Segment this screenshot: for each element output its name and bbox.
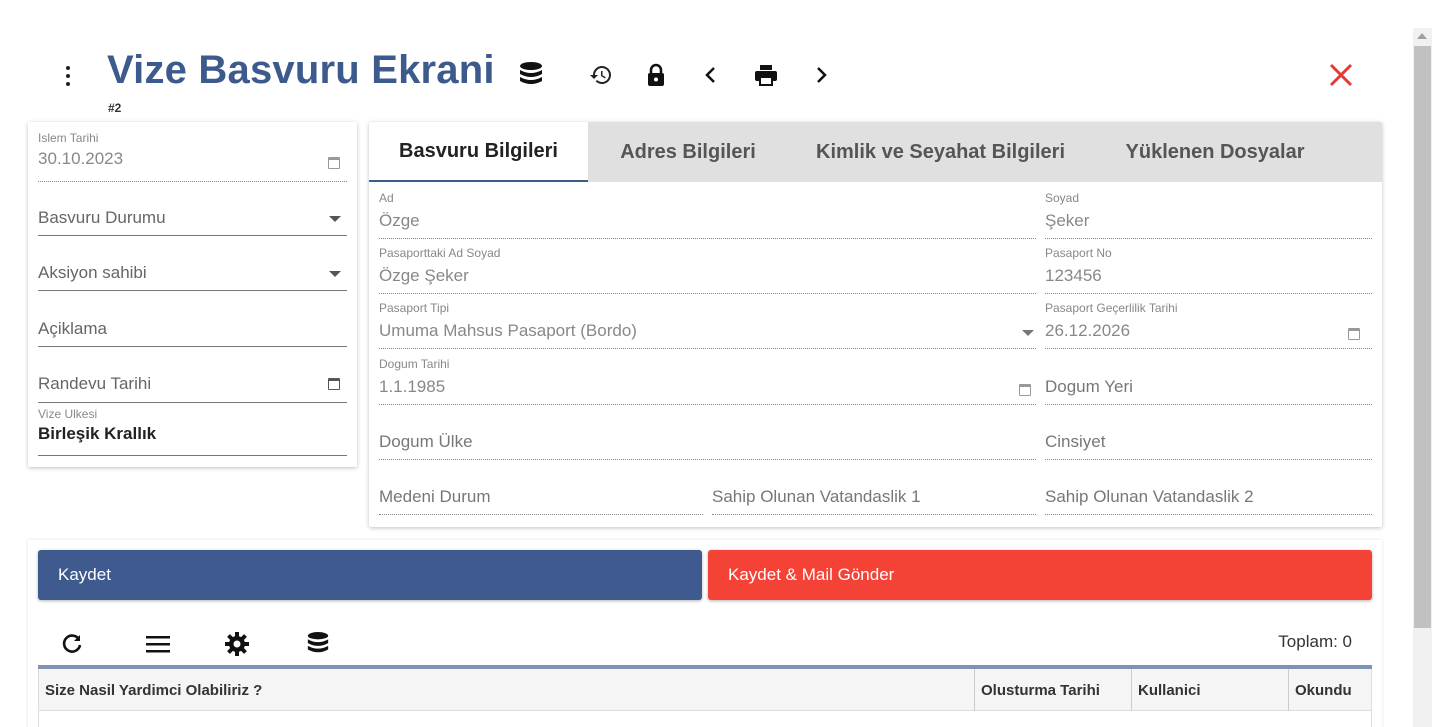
menu-icon[interactable] xyxy=(144,630,172,658)
column-header[interactable]: Size Nasil Yardimci Olabiliriz ? xyxy=(39,669,974,711)
save-button[interactable]: Kaydet xyxy=(38,550,702,600)
pasaport-gecerlilik-label: Pasaport Geçerlilik Tarihi xyxy=(1045,301,1178,315)
process-info-card: Islem Tarihi 30.10.2023 Basvuru Durumu A… xyxy=(28,122,357,467)
application-card: Basvuru Bilgileri Adres Bilgileri Kimlik… xyxy=(369,122,1382,527)
basvuru-durumu-select[interactable]: Basvuru Durumu xyxy=(38,208,347,236)
close-icon[interactable] xyxy=(1326,60,1356,90)
chevron-left-icon[interactable] xyxy=(698,62,724,88)
record-id: #2 xyxy=(108,101,122,115)
islem-tarihi-value: 30.10.2023 xyxy=(38,149,124,168)
calendar-icon[interactable] xyxy=(328,378,340,390)
islem-tarihi-label: Islem Tarihi xyxy=(38,131,99,145)
aciklama-input[interactable]: Açiklama xyxy=(38,319,347,347)
tab-adres-bilgileri[interactable]: Adres Bilgileri xyxy=(588,122,788,182)
total-count: Toplam: 0 xyxy=(1278,632,1352,651)
aksiyon-sahibi-placeholder: Aksiyon sahibi xyxy=(38,263,147,282)
column-header[interactable]: Olusturma Tarihi xyxy=(974,669,1131,711)
save-and-mail-button[interactable]: Kaydet & Mail Gönder xyxy=(708,550,1372,600)
page: Vize Basvuru Ekrani #2 Islem Tarihi 30.1… xyxy=(0,0,1432,727)
pasaport-no-field[interactable]: Pasaport No 123456 xyxy=(1045,246,1372,296)
dogum-yeri-input[interactable]: Dogum Yeri xyxy=(1045,357,1372,407)
medeni-durum-placeholder: Medeni Durum xyxy=(379,487,491,506)
ad-value: Özge xyxy=(379,211,420,230)
medeni-durum-input[interactable]: Medeni Durum xyxy=(379,467,703,517)
dogum-tarihi-field[interactable]: Dogum Tarihi 1.1.1985 xyxy=(379,357,1036,407)
chevron-right-icon[interactable] xyxy=(808,62,834,88)
pasaport-gecerlilik-field[interactable]: Pasaport Geçerlilik Tarihi 26.12.2026 xyxy=(1045,301,1372,351)
pasaport-ad-soyad-value: Özge Şeker xyxy=(379,266,469,285)
vatandaslik1-placeholder: Sahip Olunan Vatandaslik 1 xyxy=(712,487,921,506)
dogum-ulke-input[interactable]: Dogum Ülke xyxy=(379,412,1036,462)
dogum-yeri-placeholder: Dogum Yeri xyxy=(1045,377,1133,396)
column-header[interactable]: Okundu xyxy=(1288,669,1372,711)
database-icon[interactable] xyxy=(304,630,332,658)
actions-grid-card: Kaydet Kaydet & Mail Gönder Toplam: 0 Si… xyxy=(28,540,1382,727)
soyad-value: Şeker xyxy=(1045,211,1090,230)
calendar-icon[interactable] xyxy=(1019,384,1031,396)
cinsiyet-placeholder: Cinsiyet xyxy=(1045,432,1106,451)
tab-bar: Basvuru Bilgileri Adres Bilgileri Kimlik… xyxy=(369,122,1382,182)
tab-yuklenen-dosyalar[interactable]: Yüklenen Dosyalar xyxy=(1093,122,1337,182)
pasaport-ad-soyad-label: Pasaporttaki Ad Soyad xyxy=(379,246,501,260)
dogum-ulke-placeholder: Dogum Ülke xyxy=(379,432,473,451)
settings-icon[interactable] xyxy=(223,630,251,658)
refresh-icon[interactable] xyxy=(58,630,86,658)
randevu-tarihi-input[interactable]: Randevu Tarihi xyxy=(38,374,347,403)
soyad-field[interactable]: Soyad Şeker xyxy=(1045,191,1372,241)
aksiyon-sahibi-select[interactable]: Aksiyon sahibi xyxy=(38,263,347,291)
chevron-down-icon[interactable] xyxy=(329,216,341,222)
pasaport-ad-soyad-field[interactable]: Pasaporttaki Ad Soyad Özge Şeker xyxy=(379,246,1036,296)
lock-icon[interactable] xyxy=(643,62,669,88)
pasaport-gecerlilik-value: 26.12.2026 xyxy=(1045,321,1131,340)
history-icon[interactable] xyxy=(588,62,614,88)
pasaport-tipi-value: Umuma Mahsus Pasaport (Bordo) xyxy=(379,321,637,340)
grid-body xyxy=(38,711,1372,727)
tab-kimlik-seyahat[interactable]: Kimlik ve Seyahat Bilgileri xyxy=(788,122,1093,182)
vize-ulkesi-field[interactable]: Vize Ulkesi Birleşik Krallık xyxy=(38,407,347,457)
cinsiyet-input[interactable]: Cinsiyet xyxy=(1045,412,1372,462)
ad-label: Ad xyxy=(379,191,394,205)
aciklama-placeholder: Açiklama xyxy=(38,319,107,338)
more-vert-icon[interactable] xyxy=(58,62,78,90)
pasaport-no-label: Pasaport No xyxy=(1045,246,1112,260)
vatandaslik2-input[interactable]: Sahip Olunan Vatandaslik 2 xyxy=(1045,467,1372,517)
pasaport-tipi-label: Pasaport Tipi xyxy=(379,301,450,315)
chevron-down-icon[interactable] xyxy=(329,271,341,277)
basvuru-durumu-placeholder: Basvuru Durumu xyxy=(38,208,166,227)
randevu-tarihi-placeholder: Randevu Tarihi xyxy=(38,374,152,393)
ad-field[interactable]: Ad Özge xyxy=(379,191,1036,241)
dogum-tarihi-value: 1.1.1985 xyxy=(379,377,446,396)
grid-header: Size Nasil Yardimci Olabiliriz ? Olustur… xyxy=(38,669,1372,711)
dogum-tarihi-label: Dogum Tarihi xyxy=(379,357,450,371)
scrollbar-thumb[interactable] xyxy=(1414,46,1431,628)
column-header[interactable]: Kullanici xyxy=(1131,669,1288,711)
pasaport-tipi-select[interactable]: Pasaport Tipi Umuma Mahsus Pasaport (Bor… xyxy=(379,301,1036,351)
tab-basvuru-bilgileri[interactable]: Basvuru Bilgileri xyxy=(369,122,588,182)
scroll-up-icon[interactable] xyxy=(1417,33,1427,39)
vize-ulkesi-value: Birleşik Krallık xyxy=(38,424,157,443)
print-icon[interactable] xyxy=(753,62,779,88)
vize-ulkesi-label: Vize Ulkesi xyxy=(38,407,98,421)
islem-tarihi-field[interactable]: Islem Tarihi 30.10.2023 xyxy=(38,131,347,183)
vatandaslik1-input[interactable]: Sahip Olunan Vatandaslik 1 xyxy=(712,467,1036,517)
database-icon[interactable] xyxy=(518,62,544,88)
calendar-icon[interactable] xyxy=(328,157,340,169)
vatandaslik2-placeholder: Sahip Olunan Vatandaslik 2 xyxy=(1045,487,1254,506)
soyad-label: Soyad xyxy=(1045,191,1080,205)
page-title: Vize Basvuru Ekrani xyxy=(107,48,495,92)
calendar-icon[interactable] xyxy=(1348,328,1360,340)
chevron-down-icon[interactable] xyxy=(1022,330,1034,336)
pasaport-no-value: 123456 xyxy=(1045,266,1102,285)
